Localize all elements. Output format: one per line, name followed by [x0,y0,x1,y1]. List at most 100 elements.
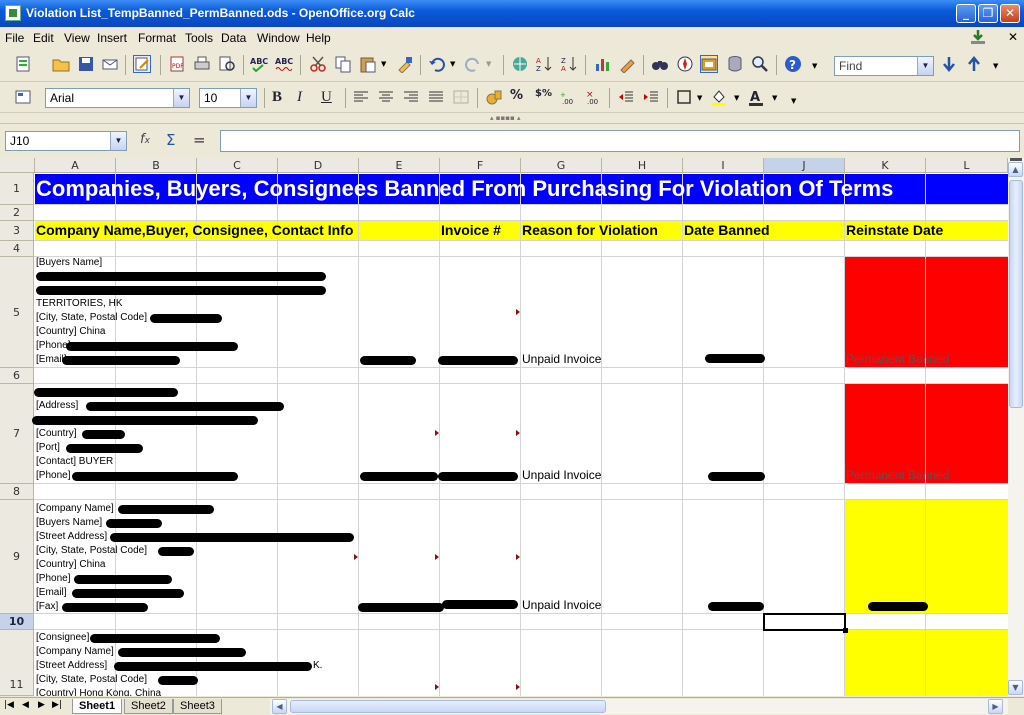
font-name-dropdown-icon[interactable]: ▼ [173,89,189,107]
email-document-icon[interactable] [101,55,119,73]
decrease-indent-icon[interactable] [617,88,635,106]
selected-cell-cursor[interactable] [763,613,846,631]
find-replace-icon[interactable] [651,55,669,73]
autospellcheck-icon[interactable]: ABC [275,55,293,73]
align-left-icon[interactable] [352,88,370,106]
horizontal-scroll-thumb[interactable] [290,700,606,713]
column-header-g[interactable]: G [521,158,602,173]
new-document-icon[interactable] [14,55,32,73]
find-previous-icon[interactable] [965,55,983,73]
row-header-1[interactable]: 1 [0,173,34,205]
first-sheet-icon[interactable]: |◀ [4,700,14,710]
background-color-icon[interactable] [710,88,728,106]
background-color-dropdown-icon[interactable]: ▼ [734,94,739,102]
last-sheet-icon[interactable]: ▶| [52,700,62,710]
row-header-2[interactable]: 2 [0,205,34,221]
menu-help[interactable]: Help [306,31,331,45]
row-header-11[interactable]: 11 [0,630,34,696]
underline-icon[interactable]: U [321,89,332,106]
vertical-scrollbar[interactable]: ▲ ▼ [1008,158,1024,696]
export-pdf-icon[interactable]: PDF [168,55,186,73]
cut-icon[interactable] [309,55,327,73]
row-header-3[interactable]: 3 [0,221,34,241]
close-button[interactable]: ✕ [1000,4,1020,23]
next-sheet-icon[interactable]: ▶ [38,700,45,710]
find-dropdown-icon[interactable]: ▼ [917,57,933,75]
font-color-icon[interactable]: A [747,88,765,106]
italic-icon[interactable]: I [297,89,302,106]
justify-icon[interactable] [427,88,445,106]
update-download-icon[interactable] [970,29,986,45]
close-document-icon[interactable]: ✕ [1008,30,1018,44]
menu-window[interactable]: Window [257,31,300,45]
font-size-combo[interactable]: 10 ▼ [199,88,257,108]
select-all-corner[interactable] [0,158,35,173]
scroll-left-icon[interactable]: ◀ [272,699,287,714]
menu-insert[interactable]: Insert [97,31,127,45]
copy-icon[interactable] [334,55,352,73]
sheet-tab-sheet1[interactable]: Sheet1 [72,699,123,714]
horizontal-scrollbar[interactable]: ◀ ▶ [270,699,1008,714]
chart-icon[interactable] [594,55,612,73]
menu-edit[interactable]: Edit [33,31,54,45]
find-next-icon[interactable] [940,55,958,73]
page-preview-icon[interactable] [218,55,236,73]
zoom-icon[interactable] [751,55,769,73]
name-box-dropdown-icon[interactable]: ▼ [110,132,126,150]
maximize-button[interactable]: ❐ [978,4,998,23]
column-header-d[interactable]: D [278,158,359,173]
gallery-icon[interactable] [700,55,718,73]
open-folder-icon[interactable] [52,55,70,73]
hyperlink-icon[interactable] [511,55,529,73]
edit-file-icon[interactable] [133,55,151,73]
previous-sheet-icon[interactable]: ◀ [22,700,29,710]
column-header-k[interactable]: K [845,158,926,173]
save-icon[interactable] [77,55,95,73]
undo-dropdown-icon[interactable]: ▼ [450,60,455,68]
formatting-overflow-icon[interactable]: ▼ [791,97,796,105]
bold-icon[interactable]: B [272,89,282,106]
column-header-c[interactable]: C [197,158,278,173]
menu-data[interactable]: Data [221,31,246,45]
align-right-icon[interactable] [402,88,420,106]
paste-icon[interactable] [359,55,377,73]
row-header-6[interactable]: 6 [0,368,34,384]
row-header-9[interactable]: 9 [0,500,34,614]
clone-formatting-icon[interactable] [396,55,414,74]
percent-format-icon[interactable]: % [510,88,528,106]
paste-dropdown-icon[interactable]: ▼ [381,60,386,68]
undo-icon[interactable] [428,55,446,73]
column-header-j[interactable]: J [764,158,845,173]
vertical-scroll-thumb[interactable] [1009,180,1023,408]
row-header-8[interactable]: 8 [0,484,34,500]
menu-file[interactable]: File [5,31,24,45]
increase-indent-icon[interactable] [642,88,660,106]
scroll-right-icon[interactable]: ▶ [988,699,1003,714]
find-input[interactable]: Find ▼ [834,56,934,76]
scroll-up-icon[interactable]: ▲ [1008,162,1023,177]
menu-format[interactable]: Format [138,31,176,45]
sum-icon[interactable]: Σ [166,131,175,149]
function-icon[interactable]: = [193,131,206,149]
font-color-dropdown-icon[interactable]: ▼ [772,94,777,102]
borders-dropdown-icon[interactable]: ▼ [697,94,702,102]
redo-icon[interactable] [464,55,482,73]
column-header-b[interactable]: B [116,158,197,173]
add-decimal-icon[interactable]: + .00 [560,88,578,106]
styles-formatting-icon[interactable] [14,88,32,106]
sort-descending-icon[interactable]: ZA [561,55,579,73]
column-header-l[interactable]: L [926,158,1008,173]
row-header-5[interactable]: 5 [0,257,34,368]
column-header-e[interactable]: E [359,158,440,173]
column-header-a[interactable]: A [35,158,116,173]
find-toolbar-overflow-icon[interactable]: ▼ [993,62,998,70]
split-handle[interactable] [1010,158,1022,161]
column-header-i[interactable]: I [683,158,764,173]
function-wizard-icon[interactable]: fx [140,132,150,147]
sheet-tab-sheet2[interactable]: Sheet2 [124,699,173,714]
standard-format-icon[interactable]: $% [535,88,553,106]
sort-ascending-icon[interactable]: AZ [536,55,554,73]
column-header-h[interactable]: H [602,158,683,173]
fill-handle[interactable] [843,628,848,633]
borders-icon[interactable] [675,88,693,106]
